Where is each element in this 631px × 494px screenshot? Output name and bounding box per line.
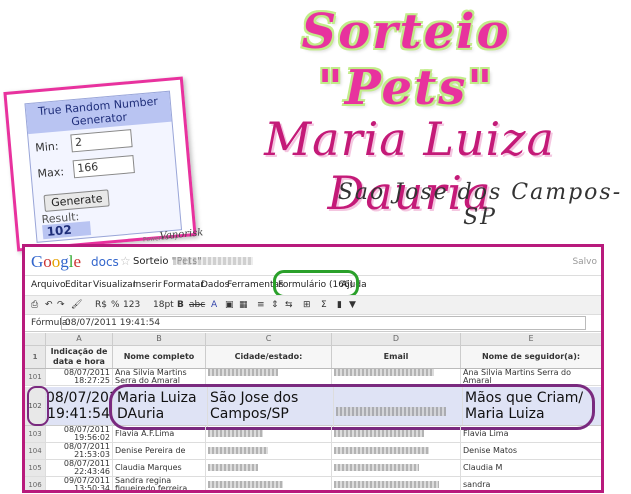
cell-city[interactable] xyxy=(206,443,332,459)
text-color-icon[interactable]: A xyxy=(211,300,217,310)
cell-city[interactable] xyxy=(206,477,332,490)
align-icon[interactable]: ≡ xyxy=(257,300,265,310)
rng-max-label: Max: xyxy=(37,165,65,181)
cell-date[interactable]: 08/07/2011 18:27:25 xyxy=(46,369,113,385)
column-header-b[interactable]: B xyxy=(113,333,206,346)
filter-icon[interactable]: ▼ xyxy=(349,300,356,310)
menu-formatar[interactable]: Formatar xyxy=(163,280,204,290)
cell-follower[interactable]: sandra xyxy=(461,477,601,490)
winner-highlight-oval xyxy=(109,384,595,430)
number-format-button[interactable]: 123 xyxy=(123,300,140,310)
saved-status: Salvo xyxy=(572,257,597,267)
header-follower[interactable]: Nome de seguidor(a): xyxy=(461,346,601,368)
formulario-highlight-circle xyxy=(273,270,359,298)
rng-min-input[interactable]: 2 xyxy=(70,129,133,153)
sum-button[interactable]: Σ xyxy=(321,300,327,310)
header-row: 1 Indicação de data e hora Nome completo… xyxy=(25,346,601,369)
header-name[interactable]: Nome completo xyxy=(113,346,206,368)
cell-name[interactable]: Ana Silvia Martins Serra do Amaral xyxy=(113,369,206,385)
row-number[interactable]: 103 xyxy=(25,426,46,442)
column-header-c[interactable]: C xyxy=(206,333,332,346)
header-city[interactable]: Cidade/estado: xyxy=(206,346,332,368)
menu-arquivo[interactable]: Arquivo xyxy=(31,280,65,290)
winner-city: Sao Jose dos Campos-SP xyxy=(337,180,623,230)
random-generator-widget: True Random Number Generator Min: 2 Max:… xyxy=(24,90,183,244)
row-number-highlight xyxy=(27,386,49,426)
cell-date[interactable]: 08/07/2011 19:41:54 xyxy=(46,387,113,428)
table-row[interactable]: 105 08/07/2011 22:43:46 Claudia Marques … xyxy=(25,460,601,477)
star-icon[interactable]: ☆ xyxy=(120,254,131,268)
cell-name[interactable]: Flavia A.F.Lima xyxy=(113,426,206,442)
row-number[interactable]: 104 xyxy=(25,443,46,459)
banner-title: Sorteio "Pets" xyxy=(301,4,511,116)
print-icon[interactable]: ⎙ xyxy=(31,300,38,310)
fill-color-icon[interactable]: ▣ xyxy=(225,300,234,310)
cell-date[interactable]: 08/07/2011 19:56:02 xyxy=(46,426,113,442)
paint-format-icon[interactable]: 🖌 xyxy=(71,300,82,310)
chart-icon[interactable]: ▮ xyxy=(337,300,342,310)
cell-email[interactable] xyxy=(332,460,461,476)
corner-cell[interactable] xyxy=(25,333,46,346)
rng-result-value: 102 xyxy=(42,221,92,240)
cell-follower[interactable]: Ana Silvia Martins Serra do Amaral xyxy=(461,369,601,385)
cell-follower[interactable]: Denise Matos xyxy=(461,443,601,459)
menu-dados[interactable]: Dados xyxy=(201,280,229,290)
cell-name[interactable]: Sandra regina figueiredo ferreira xyxy=(113,477,206,490)
cell-email[interactable] xyxy=(332,443,461,459)
table-row[interactable]: 103 08/07/2011 19:56:02 Flavia A.F.Lima … xyxy=(25,426,601,443)
bold-button[interactable]: B xyxy=(177,300,184,310)
blurred-text xyxy=(173,257,253,265)
cell-date[interactable]: 08/07/2011 22:43:46 xyxy=(46,460,113,476)
cell-city[interactable] xyxy=(206,460,332,476)
undo-icon[interactable]: ↶ xyxy=(45,300,53,310)
row-number[interactable]: 106 xyxy=(25,477,46,490)
cell-email[interactable] xyxy=(332,477,461,490)
generate-button[interactable]: Generate xyxy=(43,189,111,212)
valign-icon[interactable]: ⇕ xyxy=(271,300,279,310)
borders-icon[interactable]: ▦ xyxy=(239,300,248,310)
menu-inserir[interactable]: Inserir xyxy=(133,280,162,290)
row-number[interactable]: 105 xyxy=(25,460,46,476)
row-number[interactable]: 1 xyxy=(25,346,46,368)
strike-button[interactable]: abc xyxy=(189,300,205,310)
table-row[interactable]: 106 09/07/2011 13:50:34 Sandra regina fi… xyxy=(25,477,601,490)
redo-icon[interactable]: ↷ xyxy=(57,300,65,310)
spreadsheet-screenshot: Google docs ☆ Sorteio "Pets" Salvo Arqui… xyxy=(22,244,604,493)
column-header-e[interactable]: E xyxy=(461,333,601,346)
cell-city[interactable] xyxy=(206,369,332,385)
column-header-a[interactable]: A xyxy=(46,333,113,346)
cell-name[interactable]: Denise Pereira de Matos xyxy=(113,443,206,459)
menu-visualizar[interactable]: Visualizar xyxy=(93,280,136,290)
rng-min-label: Min: xyxy=(34,139,60,155)
docs-label: docs xyxy=(91,255,119,269)
cell-date[interactable]: 08/07/2011 21:53:03 xyxy=(46,443,113,459)
column-header-d[interactable]: D xyxy=(332,333,461,346)
formula-bar: Fórmula: 08/07/2011 19:41:54 xyxy=(25,315,601,332)
toolbar: ⎙ ↶ ↷ 🖌 R$ % 123 18pt B abc A ▣ ▦ ≡ ⇕ ⇆ … xyxy=(25,295,601,315)
header-date[interactable]: Indicação de data e hora xyxy=(46,346,113,368)
table-row[interactable]: 104 08/07/2011 21:53:03 Denise Pereira d… xyxy=(25,443,601,460)
row-number[interactable]: 101 xyxy=(25,369,46,385)
cell-follower[interactable]: Flavia Lima xyxy=(461,426,601,442)
rng-max-input[interactable]: 166 xyxy=(72,155,135,179)
cell-follower[interactable]: Claudia M xyxy=(461,460,601,476)
header-email[interactable]: Email xyxy=(332,346,461,368)
cell-email[interactable] xyxy=(332,426,461,442)
formula-input[interactable]: 08/07/2011 19:41:54 xyxy=(61,316,586,330)
random-generator-card: True Random Number Generator Min: 2 Max:… xyxy=(3,76,204,252)
google-logo[interactable]: Google xyxy=(31,252,81,272)
signature: Vanorisk xyxy=(159,227,204,243)
wrap-icon[interactable]: ⇆ xyxy=(285,300,293,310)
cell-city[interactable] xyxy=(206,426,332,442)
percent-button[interactable]: % xyxy=(111,300,120,310)
currency-button[interactable]: R$ xyxy=(95,300,107,310)
cell-date[interactable]: 09/07/2011 13:50:34 xyxy=(46,477,113,490)
cell-email[interactable] xyxy=(332,369,461,385)
menu-editar[interactable]: Editar xyxy=(65,280,92,290)
cell-name[interactable]: Claudia Marques Macedo xyxy=(113,460,206,476)
font-size-select[interactable]: 18pt xyxy=(153,300,174,310)
merge-icon[interactable]: ⊞ xyxy=(303,300,311,310)
